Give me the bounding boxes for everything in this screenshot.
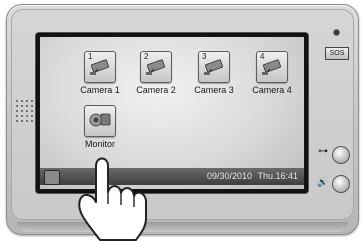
camera-2-tile[interactable]: 2 Camera 2	[126, 51, 186, 95]
camera-label: Camera 2	[136, 85, 176, 95]
camera-label: Camera 4	[252, 85, 292, 95]
monitor-tile[interactable]: Monitor	[70, 105, 130, 149]
camera-icon: 3	[198, 51, 230, 83]
camera-number-badge: 4	[260, 52, 265, 61]
camera-number-badge: 2	[144, 52, 149, 61]
home-icon[interactable]	[44, 170, 60, 185]
pointing-hand-icon	[78, 157, 147, 241]
talk-button[interactable]	[332, 175, 350, 193]
key-icon: ⊶	[318, 146, 328, 157]
camera-icon: 4	[256, 51, 288, 83]
camera-lens-indicator	[333, 29, 340, 36]
camera-3-tile[interactable]: 3 Camera 3	[184, 51, 244, 95]
sos-button[interactable]: SOS	[325, 47, 349, 60]
monitor-label: Monitor	[84, 139, 115, 149]
camera-4-tile[interactable]: 4 Camera 4	[242, 51, 302, 95]
camera-1-tile[interactable]: 1 Camera 1	[70, 51, 130, 95]
monitor-icon	[84, 105, 116, 137]
camera-label: Camera 3	[194, 85, 234, 95]
status-time: Thu.16:41	[257, 171, 298, 181]
camera-number-badge: 1	[88, 52, 93, 61]
unlock-button[interactable]	[332, 146, 350, 164]
speaker-grille	[16, 100, 36, 130]
camera-label: Camera 1	[80, 85, 120, 95]
status-date: 09/30/2010	[206, 171, 252, 181]
camera-icon: 1	[84, 51, 116, 83]
camera-icon: 2	[140, 51, 172, 83]
talk-speaker-icon: 🔊	[317, 177, 329, 187]
camera-number-badge: 3	[202, 52, 207, 61]
